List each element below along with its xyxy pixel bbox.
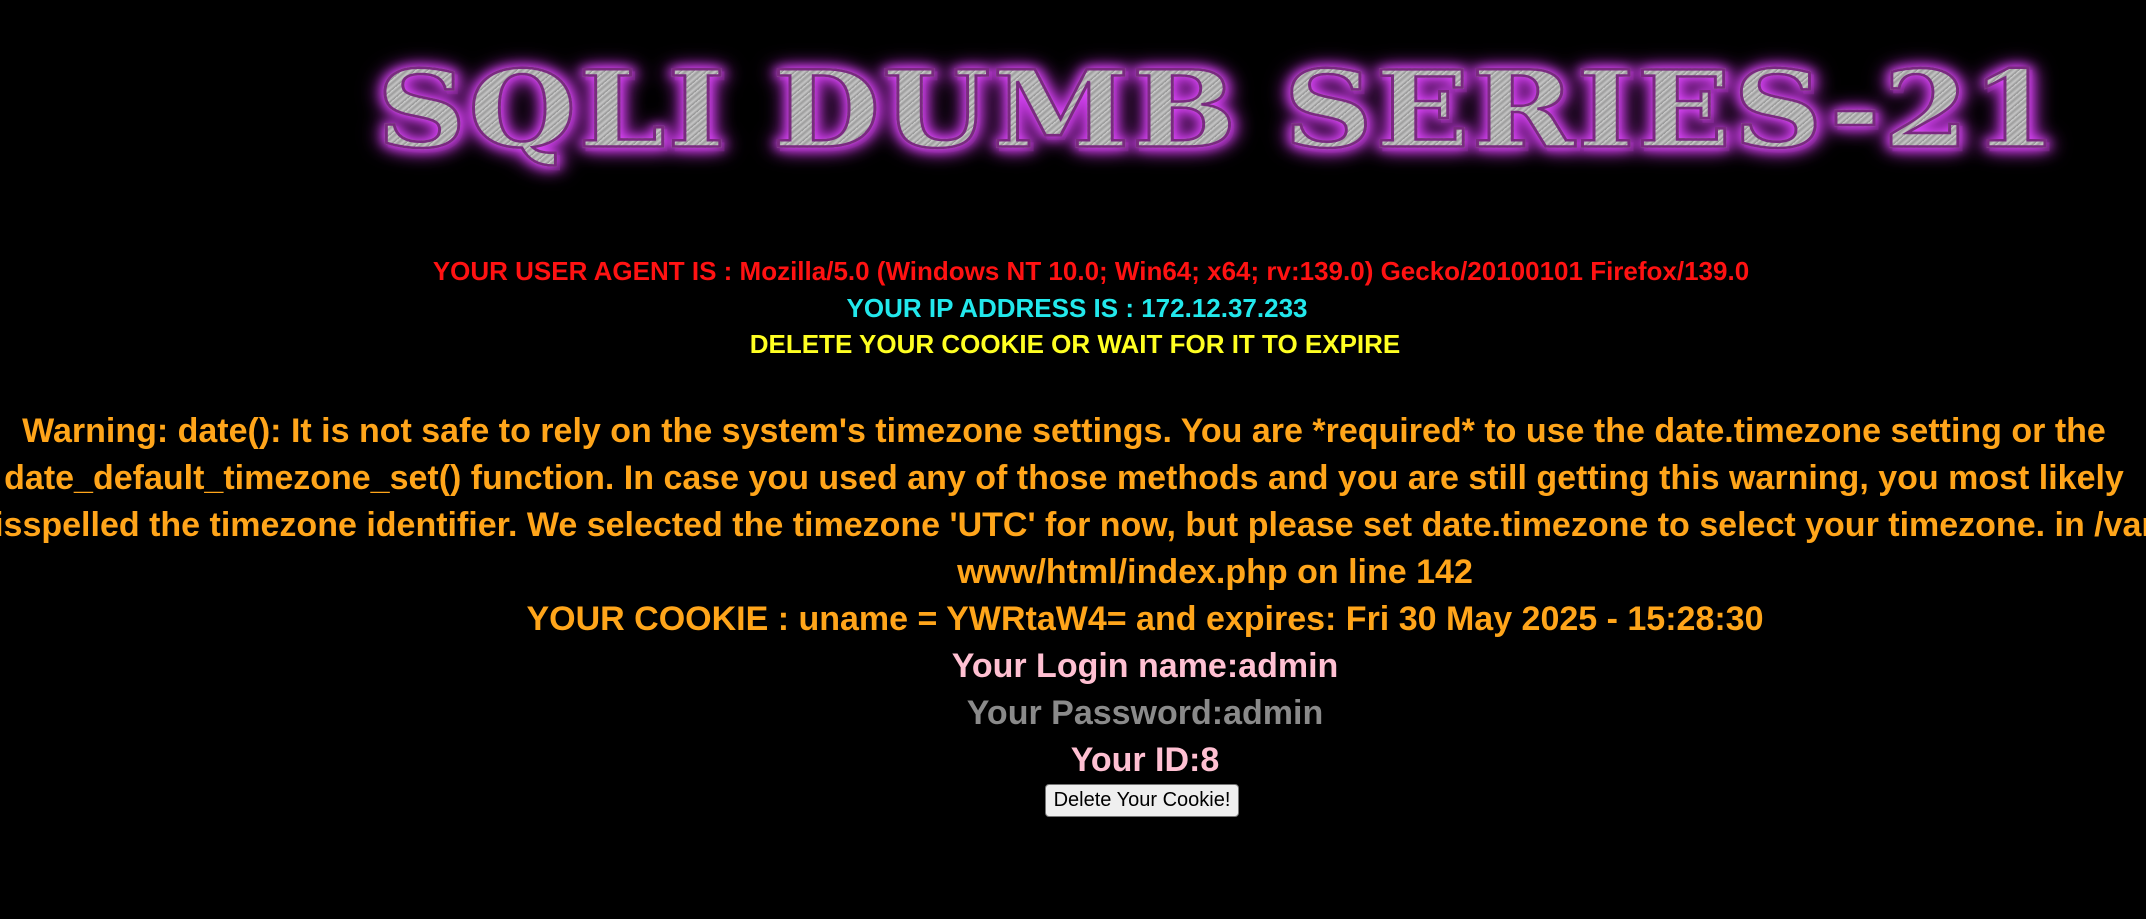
- ip-address-text: YOUR IP ADDRESS IS : 172.12.37.233: [846, 293, 1308, 323]
- delete-cookie-button[interactable]: Delete Your Cookie!: [1044, 784, 1240, 817]
- button-row: Delete Your Cookie!: [0, 784, 2146, 817]
- cookie-info-text: YOUR COOKIE : uname = YWRtaW4= and expir…: [526, 600, 1764, 638]
- warning-line: www/html/index.php on line 142: [957, 553, 1473, 591]
- password-text: Your Password:admin: [966, 694, 1324, 732]
- page-banner: SQLI DUMB SERIES-21: [375, 40, 2060, 180]
- warning-line: Warning: date(): It is not safe to rely …: [22, 412, 2106, 450]
- banner-title: SQLI DUMB SERIES-21: [375, 47, 2060, 173]
- warning-line: misspelled the timezone identifier. We s…: [0, 506, 2146, 544]
- login-name-text: Your Login name:admin: [951, 647, 1339, 685]
- user-id-text: Your ID:8: [1070, 741, 1220, 779]
- warning-line: date_default_timezone_set() function. In…: [4, 459, 2124, 497]
- cookie-notice-text: DELETE YOUR COOKIE OR WAIT FOR IT TO EXP…: [749, 329, 1401, 359]
- user-agent-text: YOUR USER AGENT IS : Mozilla/5.0 (Window…: [432, 256, 1750, 286]
